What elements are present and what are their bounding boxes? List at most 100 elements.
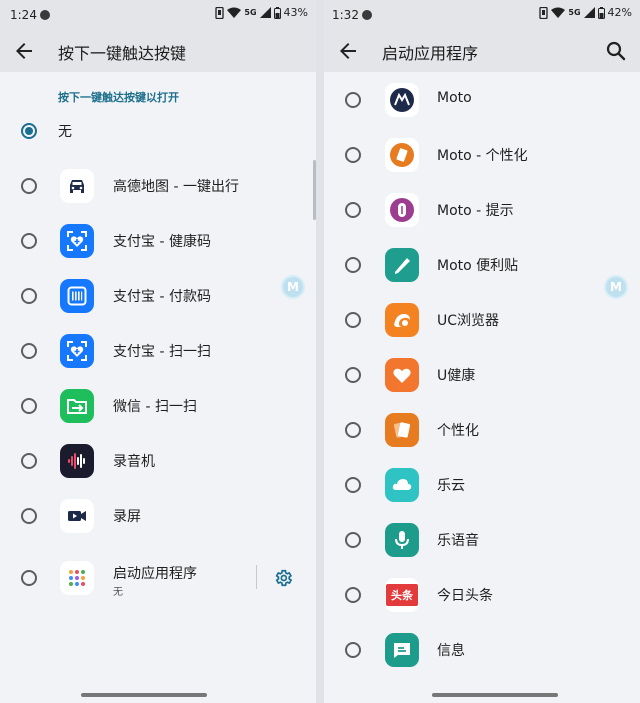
option-launch-app[interactable]: 启动应用程序 无	[0, 551, 316, 605]
app-item[interactable]: 乐语音	[324, 513, 640, 567]
signal-icon	[259, 7, 271, 18]
option-recorder[interactable]: 录音机	[0, 434, 316, 488]
radio-selected[interactable]	[21, 123, 37, 139]
option-screen-record[interactable]: 录屏	[0, 489, 316, 543]
wifi-icon	[227, 7, 242, 18]
option-gaode-trip[interactable]: 高德地图 - 一键出行	[0, 159, 316, 213]
status-bar: 1:32 5G 42%	[324, 0, 640, 30]
radio[interactable]	[345, 367, 361, 383]
wechat-scan-icon	[60, 389, 94, 423]
floating-assistant-button[interactable]: M	[281, 275, 305, 299]
app-label: 今日头条	[437, 588, 493, 604]
radio[interactable]	[345, 477, 361, 493]
app-label: Moto	[437, 90, 472, 106]
status-icons: 5G 43%	[215, 6, 308, 19]
option-wechat-scan[interactable]: 微信 - 扫一扫	[0, 379, 316, 433]
radio[interactable]	[345, 312, 361, 328]
option-none[interactable]: 无	[0, 104, 316, 158]
radio[interactable]	[345, 147, 361, 163]
recorder-icon	[60, 444, 94, 478]
alipay-scan-icon	[60, 334, 94, 368]
radio[interactable]	[21, 398, 37, 414]
uc-browser-icon	[385, 303, 419, 337]
radio[interactable]	[345, 92, 361, 108]
app-label: Moto - 个性化	[437, 148, 528, 164]
option-label: 微信 - 扫一扫	[113, 399, 197, 415]
status-time: 1:24	[10, 8, 37, 22]
option-label: 支付宝 - 扫一扫	[113, 344, 211, 360]
radio[interactable]	[345, 257, 361, 273]
network-type: 5G	[568, 8, 581, 17]
radio[interactable]	[21, 570, 37, 586]
app-label: 乐云	[437, 478, 465, 494]
home-indicator[interactable]	[81, 693, 207, 697]
option-alipay-scan[interactable]: 支付宝 - 扫一扫	[0, 324, 316, 378]
home-indicator[interactable]	[432, 693, 558, 697]
app-label: 乐语音	[437, 533, 479, 549]
option-alipay-pay[interactable]: 支付宝 - 付款码	[0, 269, 316, 323]
back-arrow-icon[interactable]	[12, 39, 36, 63]
option-label: 录音机	[113, 454, 155, 470]
app-label: 信息	[437, 643, 465, 659]
option-alipay-health[interactable]: 支付宝 - 健康码	[0, 214, 316, 268]
radio[interactable]	[345, 587, 361, 603]
sticky-note-icon	[385, 248, 419, 282]
status-bar: 1:24 5G 43%	[0, 0, 316, 30]
battery-percent: 43%	[283, 6, 308, 19]
battery-percent: 42%	[607, 6, 632, 19]
status-icons: 5G 42%	[539, 6, 632, 19]
app-item[interactable]: U健康	[324, 348, 640, 402]
screen-record-icon	[60, 499, 94, 533]
app-item[interactable]: Moto - 提示	[324, 183, 640, 237]
cloud-icon	[385, 468, 419, 502]
moto-icon	[385, 83, 419, 117]
radio[interactable]	[345, 202, 361, 218]
toutiao-icon: 头条	[385, 578, 419, 612]
app-bar: 启动应用程序	[324, 30, 640, 72]
radio[interactable]	[21, 453, 37, 469]
radio[interactable]	[345, 642, 361, 658]
notification-dot-icon	[40, 10, 50, 20]
radio[interactable]	[21, 178, 37, 194]
option-label: 支付宝 - 付款码	[113, 289, 211, 305]
radio[interactable]	[21, 288, 37, 304]
app-item[interactable]: Moto 便利贴	[324, 238, 640, 292]
radio[interactable]	[345, 532, 361, 548]
app-item[interactable]: 个性化	[324, 403, 640, 457]
floating-assistant-button[interactable]: M	[604, 275, 628, 299]
app-label: Moto - 提示	[437, 203, 514, 219]
alipay-health-icon	[60, 224, 94, 258]
app-item[interactable]: Moto - 个性化	[324, 128, 640, 182]
gear-icon[interactable]	[273, 568, 293, 588]
app-item[interactable]: 头条 今日头条	[324, 568, 640, 622]
app-item[interactable]: 乐云	[324, 458, 640, 512]
divider	[256, 565, 257, 589]
screen-divider	[316, 0, 324, 703]
message-icon	[385, 633, 419, 667]
right-screen: 1:32 5G 42% 启动应用程序 Moto Moto - 个性化 Moto …	[324, 0, 640, 703]
app-label: 个性化	[437, 423, 479, 439]
car-icon	[60, 169, 94, 203]
app-label: UC浏览器	[437, 313, 500, 329]
app-grid-icon	[60, 561, 94, 595]
network-type: 5G	[244, 8, 257, 17]
personalize-icon	[385, 413, 419, 447]
app-label: Moto 便利贴	[437, 258, 519, 274]
app-item[interactable]: UC浏览器	[324, 293, 640, 347]
app-item[interactable]: Moto	[324, 73, 640, 127]
vibrate-icon	[215, 6, 225, 19]
radio[interactable]	[345, 422, 361, 438]
app-item[interactable]: 信息	[324, 623, 640, 677]
left-screen: 1:24 5G 43% 按下一键触达按键 按下一键触达按键以打开 无 高德地图 …	[0, 0, 316, 703]
app-label: U健康	[437, 368, 476, 384]
radio[interactable]	[21, 343, 37, 359]
radio[interactable]	[21, 233, 37, 249]
page-title: 按下一键触达按键	[58, 44, 187, 63]
toutiao-logo-text: 头条	[386, 584, 418, 606]
vibrate-icon	[539, 6, 549, 19]
signal-icon	[583, 7, 595, 18]
option-label: 高德地图 - 一键出行	[113, 179, 239, 195]
radio[interactable]	[21, 508, 37, 524]
search-icon[interactable]	[604, 39, 628, 63]
back-arrow-icon[interactable]	[336, 39, 360, 63]
